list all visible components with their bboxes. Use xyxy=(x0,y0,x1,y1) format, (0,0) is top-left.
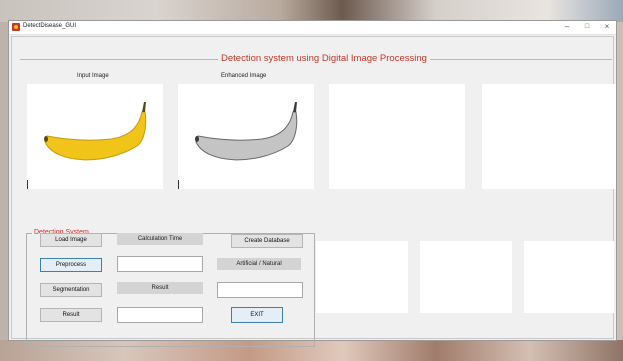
input-image-label: Input Image xyxy=(77,73,109,79)
result-axes-4 xyxy=(420,241,512,313)
artificial-natural-label: Artificial / Natural xyxy=(217,258,301,270)
segmentation-button[interactable]: Segmentation xyxy=(40,283,102,297)
enhanced-image-axes xyxy=(178,84,314,189)
result-axes-5 xyxy=(524,241,614,313)
result-axes-1 xyxy=(329,84,465,189)
matlab-figure-icon xyxy=(12,23,20,31)
result-label: Result xyxy=(117,282,203,294)
enhanced-image-label: Enhanced Image xyxy=(221,73,267,79)
load-image-button[interactable]: Load Image xyxy=(40,233,102,247)
artificial-natural-field[interactable] xyxy=(217,282,303,298)
result-axes-2 xyxy=(482,84,616,189)
window-title: DetectDisease_GUI xyxy=(23,23,77,29)
result-button[interactable]: Result xyxy=(40,308,102,322)
maximize-button[interactable]: □ xyxy=(577,21,597,33)
create-database-button[interactable]: Create Database xyxy=(231,234,303,248)
background-photo-top xyxy=(0,0,623,22)
app-window: DetectDisease_GUI – □ × Detection system… xyxy=(8,20,617,347)
background-photo-left xyxy=(0,22,8,340)
input-image-axes xyxy=(27,84,163,189)
axes-marker xyxy=(178,180,179,189)
result-axes-3 xyxy=(316,241,408,313)
enhanced-banana-image xyxy=(195,102,298,161)
exit-button[interactable]: EXIT xyxy=(231,307,283,323)
calculation-time-field[interactable] xyxy=(117,256,203,272)
background-photo-right xyxy=(617,22,623,340)
close-button[interactable]: × xyxy=(597,21,617,33)
figure-client-area: Detection system using Digital Image Pro… xyxy=(11,36,616,347)
minimize-button[interactable]: – xyxy=(557,21,577,33)
page-title: Detection system using Digital Image Pro… xyxy=(218,53,430,64)
title-bar[interactable]: DetectDisease_GUI – □ × xyxy=(9,21,616,35)
calculation-time-label: Calculation Time xyxy=(117,233,203,245)
result-field[interactable] xyxy=(117,307,203,323)
axes-marker xyxy=(27,180,28,189)
preprocess-button[interactable]: Preprocess xyxy=(40,258,102,272)
input-banana-image xyxy=(44,102,147,161)
